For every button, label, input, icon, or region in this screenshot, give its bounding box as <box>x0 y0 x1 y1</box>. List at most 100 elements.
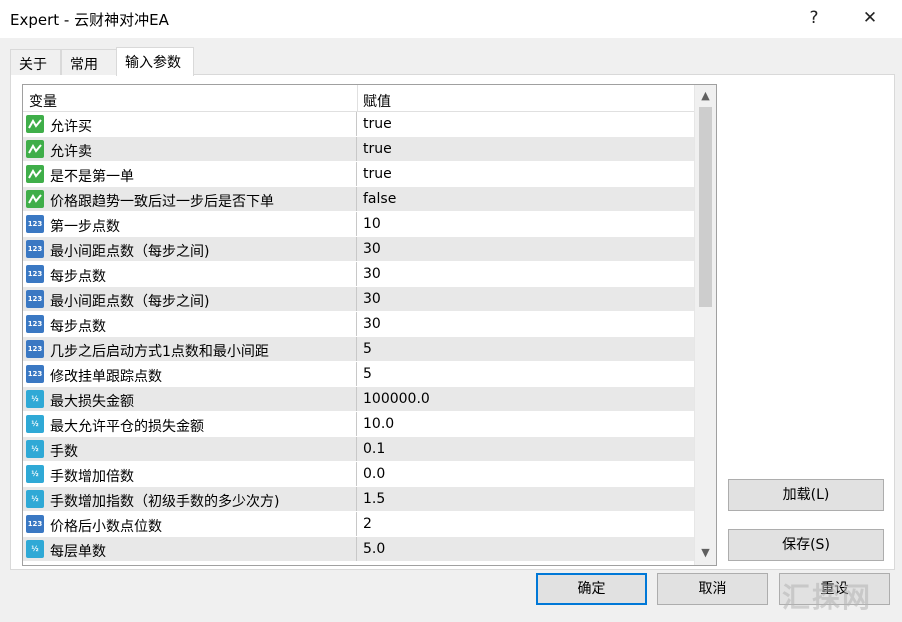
variable-value[interactable]: 10.0 <box>363 416 394 432</box>
ok-button[interactable]: 确定 <box>536 573 647 605</box>
vertical-scrollbar[interactable]: ▲ ▼ <box>694 85 716 565</box>
cell-variable[interactable]: 价格跟趋势一致后过一步后是否下单 <box>23 187 357 211</box>
variable-value[interactable]: true <box>363 166 392 182</box>
variable-name: 允许买 <box>50 119 92 135</box>
double-icon: ½ <box>26 490 44 508</box>
variable-value[interactable]: 2 <box>363 516 372 532</box>
cell-variable[interactable]: ½ 每层单数 <box>23 537 357 561</box>
column-header-value[interactable]: 赋值 <box>363 91 391 111</box>
variable-value[interactable]: 100000.0 <box>363 391 430 407</box>
cell-variable[interactable]: 123 几步之后启动方式1点数和最小间距 <box>23 337 357 361</box>
table-row[interactable]: 是不是第一单 true <box>23 162 694 187</box>
cell-variable[interactable]: 123 修改挂单跟踪点数 <box>23 362 357 386</box>
double-icon: ½ <box>26 415 44 433</box>
save-button[interactable]: 保存(S) <box>728 529 884 561</box>
table-row[interactable]: 123 修改挂单跟踪点数 5 <box>23 362 694 387</box>
table-row[interactable]: 123 价格后小数点位数 2 <box>23 512 694 537</box>
variable-value[interactable]: true <box>363 116 392 132</box>
parameter-grid[interactable]: 变量 赋值 允许买 true 允许卖 true 是不是第一单 true 价格跟趋势一致后过一… <box>22 84 717 566</box>
scroll-up-icon[interactable]: ▲ <box>695 86 716 106</box>
bool-toggle-icon <box>26 140 44 158</box>
cell-variable[interactable]: 允许卖 <box>23 137 357 161</box>
close-button[interactable]: ✕ <box>850 4 890 32</box>
variable-value[interactable]: false <box>363 191 396 207</box>
tab-label: 关于 <box>19 57 47 73</box>
variable-name: 修改挂单跟踪点数 <box>50 369 162 385</box>
table-row[interactable]: 123 每步点数 30 <box>23 262 694 287</box>
cell-variable[interactable]: ½ 手数增加倍数 <box>23 462 357 486</box>
variable-name: 几步之后启动方式1点数和最小间距 <box>50 344 269 360</box>
table-row[interactable]: ½ 最大损失金额 100000.0 <box>23 387 694 412</box>
tab-label: 常用 <box>70 57 98 73</box>
integer-icon: 123 <box>26 365 44 383</box>
variable-name: 手数增加倍数 <box>50 469 134 485</box>
cell-variable[interactable]: 123 每步点数 <box>23 262 357 286</box>
table-row[interactable]: ½ 手数增加倍数 0.0 <box>23 462 694 487</box>
integer-icon: 123 <box>26 215 44 233</box>
table-row[interactable]: 123 第一步点数 10 <box>23 212 694 237</box>
help-button[interactable]: ? <box>794 4 834 32</box>
integer-icon: 123 <box>26 515 44 533</box>
variable-value[interactable]: true <box>363 141 392 157</box>
table-row[interactable]: 123 几步之后启动方式1点数和最小间距 5 <box>23 337 694 362</box>
scroll-thumb[interactable] <box>699 107 712 307</box>
variable-value[interactable]: 5.0 <box>363 541 385 557</box>
variable-value[interactable]: 30 <box>363 316 381 332</box>
table-row[interactable]: ½ 最大允许平仓的损失金额 10.0 <box>23 412 694 437</box>
column-header-variable[interactable]: 变量 <box>29 91 57 111</box>
table-row[interactable]: ½ 每层单数 5.0 <box>23 537 694 562</box>
tab-label: 输入参数 <box>125 55 181 71</box>
double-icon: ½ <box>26 390 44 408</box>
variable-value[interactable]: 5 <box>363 341 372 357</box>
variable-value[interactable]: 10 <box>363 216 381 232</box>
tab-about[interactable]: 关于 <box>10 49 61 75</box>
cell-variable[interactable]: ½ 手数增加指数（初级手数的多少次方) <box>23 487 357 511</box>
bool-toggle-icon <box>26 190 44 208</box>
tab-common[interactable]: 常用 <box>61 49 117 75</box>
variable-value[interactable]: 5 <box>363 366 372 382</box>
cell-variable[interactable]: ½ 最大损失金额 <box>23 387 357 411</box>
grid-rows: 允许买 true 允许卖 true 是不是第一单 true 价格跟趋势一致后过一步后是否下单… <box>23 112 694 562</box>
table-row[interactable]: 123 每步点数 30 <box>23 312 694 337</box>
integer-icon: 123 <box>26 265 44 283</box>
table-row[interactable]: 允许买 true <box>23 112 694 137</box>
variable-name: 每层单数 <box>50 544 106 560</box>
variable-value[interactable]: 30 <box>363 291 381 307</box>
table-row[interactable]: ½ 手数增加指数（初级手数的多少次方) 1.5 <box>23 487 694 512</box>
cell-variable[interactable]: 允许买 <box>23 112 357 136</box>
variable-name: 最小间距点数（每步之间) <box>50 244 210 260</box>
cell-variable[interactable]: 123 价格后小数点位数 <box>23 512 357 536</box>
cell-variable[interactable]: 是不是第一单 <box>23 162 357 186</box>
cell-variable[interactable]: 123 第一步点数 <box>23 212 357 236</box>
cell-variable[interactable]: ½ 手数 <box>23 437 357 461</box>
cell-variable[interactable]: 123 最小间距点数（每步之间) <box>23 237 357 261</box>
title-bar: Expert - 云财神对冲EA ? ✕ <box>0 0 902 38</box>
table-row[interactable]: 123 最小间距点数（每步之间) 30 <box>23 237 694 262</box>
cell-variable[interactable]: ½ 最大允许平仓的损失金额 <box>23 412 357 436</box>
variable-value[interactable]: 30 <box>363 266 381 282</box>
table-row[interactable]: 允许卖 true <box>23 137 694 162</box>
scroll-down-icon[interactable]: ▼ <box>695 543 716 563</box>
variable-value[interactable]: 1.5 <box>363 491 385 507</box>
integer-icon: 123 <box>26 240 44 258</box>
table-row[interactable]: ½ 手数 0.1 <box>23 437 694 462</box>
variable-name: 手数增加指数（初级手数的多少次方) <box>50 494 280 510</box>
column-divider[interactable] <box>357 85 358 112</box>
variable-value[interactable]: 0.1 <box>363 441 385 457</box>
cancel-button[interactable]: 取消 <box>657 573 768 605</box>
bool-toggle-icon <box>26 115 44 133</box>
grid-header: 变量 赋值 <box>23 85 694 112</box>
integer-icon: 123 <box>26 290 44 308</box>
double-icon: ½ <box>26 540 44 558</box>
variable-name: 是不是第一单 <box>50 169 134 185</box>
variable-name: 允许卖 <box>50 144 92 160</box>
variable-value[interactable]: 0.0 <box>363 466 385 482</box>
variable-name: 价格后小数点位数 <box>50 519 162 535</box>
table-row[interactable]: 价格跟趋势一致后过一步后是否下单 false <box>23 187 694 212</box>
table-row[interactable]: 123 最小间距点数（每步之间) 30 <box>23 287 694 312</box>
cell-variable[interactable]: 123 最小间距点数（每步之间) <box>23 287 357 311</box>
tab-inputs[interactable]: 输入参数 <box>116 47 194 76</box>
cell-variable[interactable]: 123 每步点数 <box>23 312 357 336</box>
variable-value[interactable]: 30 <box>363 241 381 257</box>
load-button[interactable]: 加载(L) <box>728 479 884 511</box>
